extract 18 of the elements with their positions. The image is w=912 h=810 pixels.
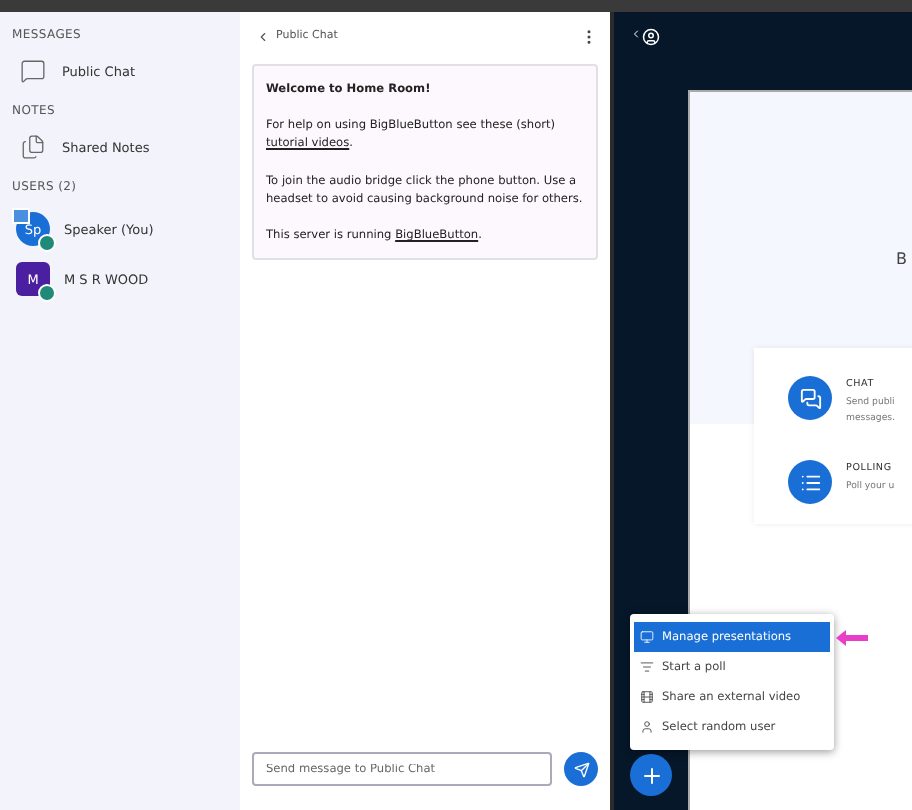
plus-icon xyxy=(639,763,663,787)
user-icon xyxy=(640,720,654,734)
send-button[interactable] xyxy=(564,752,598,786)
documents-icon xyxy=(20,134,46,160)
monitor-icon xyxy=(640,630,654,644)
back-icon[interactable] xyxy=(256,29,270,43)
slide-text: B xyxy=(896,250,907,268)
status-dot xyxy=(38,284,56,302)
arrow-icon xyxy=(836,630,868,646)
list-icon xyxy=(640,660,654,674)
chat-icon xyxy=(788,376,832,420)
send-icon xyxy=(573,761,589,777)
status-dot xyxy=(38,234,56,252)
user-toggle-icon[interactable] xyxy=(630,28,660,46)
add-button[interactable] xyxy=(630,754,672,796)
list-icon xyxy=(788,460,832,504)
chat-bubble-icon xyxy=(20,58,46,84)
video-icon xyxy=(640,690,654,704)
